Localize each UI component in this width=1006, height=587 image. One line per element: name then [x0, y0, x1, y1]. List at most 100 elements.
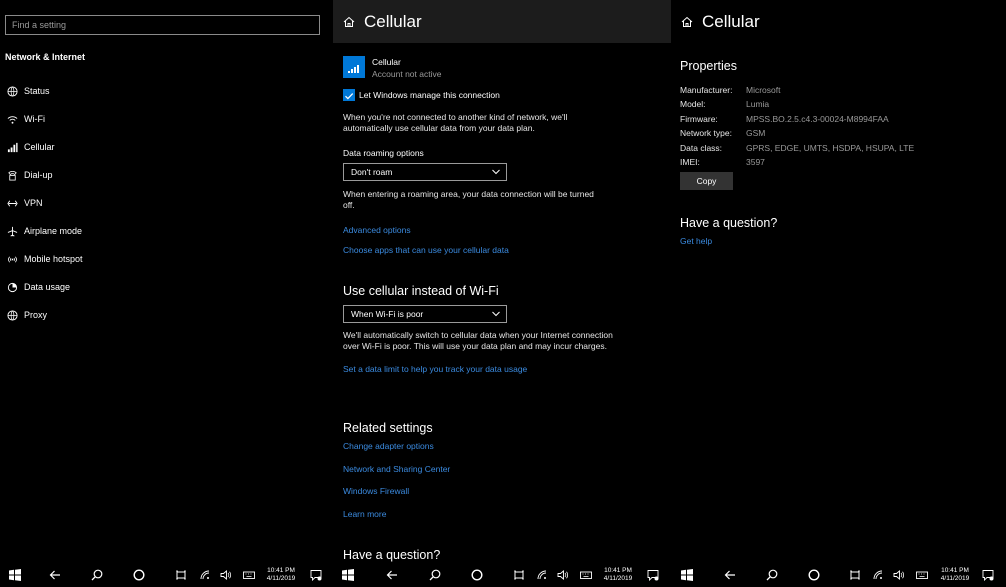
volume-icon[interactable]	[893, 569, 905, 581]
taskbar: 10:41 PM 4/11/2019	[0, 563, 333, 587]
chevron-down-icon	[492, 311, 500, 317]
data-usage-icon	[6, 281, 18, 293]
start-windows-icon[interactable]	[9, 569, 21, 581]
keyboard-icon[interactable]	[580, 569, 592, 581]
proxy-globe-icon	[6, 309, 18, 321]
sidebar-item-label: Wi-Fi	[24, 114, 45, 124]
keyboard-icon[interactable]	[243, 569, 255, 581]
sidebar-item-status[interactable]: Status	[0, 80, 333, 102]
home-icon[interactable]	[343, 16, 355, 28]
connection-status: Account not active	[372, 69, 442, 79]
related-settings-heading: Related settings	[343, 421, 433, 435]
cellular-instead-heading: Use cellular instead of Wi-Fi	[343, 284, 499, 298]
cellular-tile-icon	[343, 56, 365, 78]
sidebar-item-label: Status	[24, 86, 50, 96]
page-header: Cellular	[671, 0, 1006, 43]
clock-time: 10:41 PM	[267, 567, 295, 574]
sidebar-item-cellular[interactable]: Cellular	[0, 136, 333, 158]
cortana-icon[interactable]	[133, 569, 145, 581]
task-view-icon[interactable]	[175, 569, 187, 581]
sidebar-item-vpn[interactable]: VPN	[0, 192, 333, 214]
network-status-icon[interactable]	[199, 569, 211, 581]
sidebar-item-dialup[interactable]: Dial-up	[0, 164, 333, 186]
action-center-icon[interactable]	[310, 569, 322, 581]
page-header: Cellular	[333, 0, 671, 43]
property-value: Lumia	[746, 99, 770, 109]
task-view-icon[interactable]	[849, 569, 861, 581]
find-setting-input[interactable]: Find a setting	[5, 15, 320, 35]
page-title: Cellular	[364, 11, 422, 31]
network-status-icon[interactable]	[872, 569, 884, 581]
property-key: Network type:	[680, 128, 732, 138]
change-adapter-link[interactable]: Change adapter options	[343, 441, 434, 451]
back-arrow-icon[interactable]	[386, 569, 398, 581]
volume-icon[interactable]	[220, 569, 232, 581]
clock[interactable]: 10:41 PM 4/11/2019	[262, 567, 300, 583]
home-icon[interactable]	[681, 16, 693, 28]
search-icon[interactable]	[766, 569, 778, 581]
vpn-icon	[6, 197, 18, 209]
sidebar-item-airplane[interactable]: Airplane mode	[0, 220, 333, 242]
network-sharing-center-link[interactable]: Network and Sharing Center	[343, 464, 450, 474]
sidebar-item-wifi[interactable]: Wi-Fi	[0, 108, 333, 130]
page-title: Cellular	[702, 11, 760, 31]
cellular-instead-dropdown[interactable]: When Wi-Fi is poor	[343, 305, 507, 323]
search-icon[interactable]	[91, 569, 103, 581]
cortana-icon[interactable]	[471, 569, 483, 581]
network-status-icon[interactable]	[536, 569, 548, 581]
copy-button[interactable]: Copy	[680, 172, 733, 190]
task-view-icon[interactable]	[513, 569, 525, 581]
choose-apps-link[interactable]: Choose apps that can use your cellular d…	[343, 245, 509, 255]
sidebar-item-data-usage[interactable]: Data usage	[0, 276, 333, 298]
cellular-instead-value: When Wi-Fi is poor	[351, 309, 424, 319]
manage-description: When you're not connected to another kin…	[343, 112, 568, 133]
taskbar: 10:41 PM 4/11/2019	[671, 563, 1006, 587]
cellular-instead-description: We'll automatically switch to cellular d…	[343, 330, 613, 351]
taskbar: 10:41 PM 4/11/2019	[333, 563, 671, 587]
property-value: 3597	[746, 157, 765, 167]
cortana-icon[interactable]	[808, 569, 820, 581]
property-key: Firmware:	[680, 114, 718, 124]
clock-date: 4/11/2019	[603, 575, 633, 582]
keyboard-icon[interactable]	[916, 569, 928, 581]
learn-more-link[interactable]: Learn more	[343, 509, 386, 519]
back-arrow-icon[interactable]	[724, 569, 736, 581]
status-globe-icon	[6, 85, 18, 97]
dialup-icon	[6, 169, 18, 181]
chevron-down-icon	[492, 169, 500, 175]
search-icon[interactable]	[429, 569, 441, 581]
properties-heading: Properties	[680, 59, 737, 73]
sidebar-item-hotspot[interactable]: Mobile hotspot	[0, 248, 333, 270]
sidebar-item-proxy[interactable]: Proxy	[0, 304, 333, 326]
roaming-dropdown[interactable]: Don't roam	[343, 163, 507, 181]
property-value: MPSS.BO.2.5.c4.3-00024-M8994FAA	[746, 114, 889, 124]
hotspot-icon	[6, 253, 18, 265]
windows-firewall-link[interactable]: Windows Firewall	[343, 486, 409, 496]
volume-icon[interactable]	[557, 569, 569, 581]
back-arrow-icon[interactable]	[49, 569, 61, 581]
property-value: GPRS, EDGE, UMTS, HSDPA, HSUPA, LTE	[746, 143, 915, 153]
start-windows-icon[interactable]	[681, 569, 693, 581]
start-windows-icon[interactable]	[342, 569, 354, 581]
advanced-options-link[interactable]: Advanced options	[343, 225, 411, 235]
sidebar-item-label: VPN	[24, 198, 43, 208]
cellular-properties-panel: Cellular Properties Manufacturer: Micros…	[671, 0, 1006, 563]
clock-time: 10:41 PM	[604, 567, 632, 574]
clock-time: 10:41 PM	[941, 567, 969, 574]
get-help-link[interactable]: Get help	[680, 236, 712, 246]
property-key: Data class:	[680, 143, 723, 153]
property-key: IMEI:	[680, 157, 700, 167]
data-limit-link[interactable]: Set a data limit to help you track your …	[343, 364, 527, 374]
action-center-icon[interactable]	[647, 569, 659, 581]
clock[interactable]: 10:41 PM 4/11/2019	[599, 567, 637, 583]
clock-date: 4/11/2019	[266, 575, 296, 582]
sidebar-item-label: Mobile hotspot	[24, 254, 83, 264]
property-value: GSM	[746, 128, 766, 138]
property-key: Manufacturer:	[680, 85, 733, 95]
manage-connection-checkbox[interactable]	[343, 89, 355, 101]
roaming-description: When entering a roaming area, your data …	[343, 189, 594, 210]
property-key: Model:	[680, 99, 706, 109]
wifi-icon	[6, 113, 18, 125]
action-center-icon[interactable]	[982, 569, 994, 581]
clock[interactable]: 10:41 PM 4/11/2019	[936, 567, 974, 583]
